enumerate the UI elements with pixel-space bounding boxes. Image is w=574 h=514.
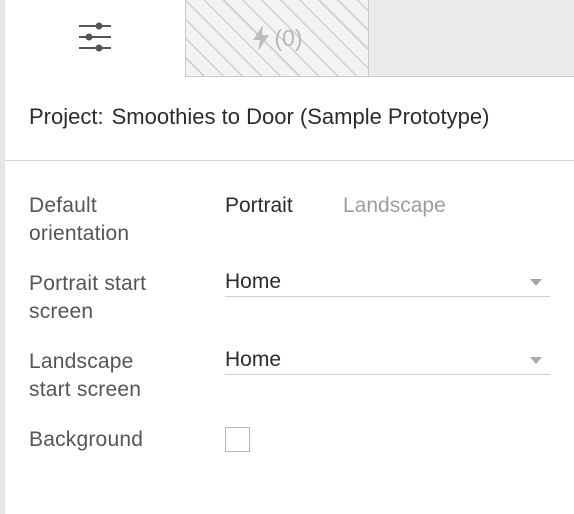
portrait-start-screen-select[interactable]: Home: [225, 270, 550, 297]
landscape-start-screen-label: Landscape start screen: [29, 350, 142, 401]
orientation-option-landscape[interactable]: Landscape: [343, 192, 446, 220]
interactions-count: (0): [274, 24, 303, 51]
sliders-icon: [78, 21, 112, 58]
bolt-icon: [251, 24, 271, 52]
chevron-down-icon: [530, 357, 542, 364]
project-label: Project:: [29, 104, 104, 129]
tab-bar-border: [367, 76, 574, 77]
section-divider: [5, 160, 574, 161]
tab-settings[interactable]: [5, 0, 185, 78]
project-title: Project: Smoothies to Door (Sample Protot…: [29, 104, 559, 136]
portrait-start-screen-value: Home: [225, 270, 282, 293]
chevron-down-icon: [530, 279, 542, 286]
background-label: Background: [29, 428, 144, 451]
project-name: Smoothies to Door (Sample Prototype): [111, 104, 490, 129]
portrait-start-screen-label: Portrait start screen: [29, 272, 147, 323]
landscape-start-screen-select[interactable]: Home: [225, 348, 550, 375]
tab-interactions[interactable]: (0): [185, 0, 369, 77]
default-orientation-label: Default orientation: [29, 194, 130, 245]
orientation-option-portrait[interactable]: Portrait: [225, 192, 293, 220]
landscape-start-screen-value: Home: [225, 348, 282, 371]
background-checkbox[interactable]: [225, 427, 250, 452]
